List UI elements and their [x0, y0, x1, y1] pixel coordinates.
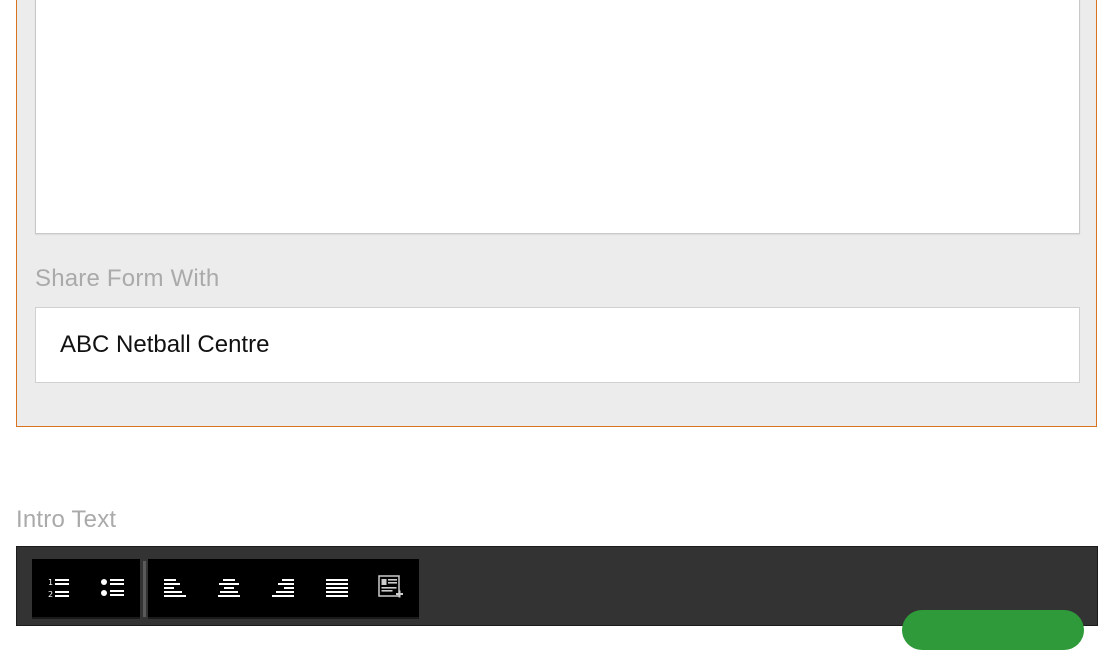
svg-text:1: 1 [48, 578, 53, 587]
unordered-list-button[interactable] [86, 560, 140, 616]
align-left-icon [164, 579, 186, 597]
align-justify-icon [326, 579, 348, 597]
toolbar-separator [143, 561, 146, 617]
ordered-list-icon: 1 2 [48, 578, 69, 599]
align-left-button[interactable] [148, 560, 202, 616]
save-button[interactable] [902, 610, 1084, 650]
form-settings-panel: Share Form With ABC Netball Centre [16, 0, 1097, 427]
align-center-button[interactable] [202, 560, 256, 616]
align-right-icon [272, 579, 294, 597]
insert-template-icon [378, 575, 403, 598]
align-justify-button[interactable] [310, 560, 364, 616]
share-form-with-value: ABC Netball Centre [60, 331, 270, 358]
insert-template-button[interactable] [364, 560, 418, 616]
alignment-button-group [148, 559, 419, 619]
svg-text:2: 2 [48, 590, 53, 599]
align-right-button[interactable] [256, 560, 310, 616]
intro-text-label: Intro Text [16, 506, 117, 533]
description-textarea[interactable] [35, 0, 1080, 234]
share-form-with-field[interactable]: ABC Netball Centre [35, 307, 1080, 383]
unordered-list-icon [101, 579, 124, 596]
share-form-with-label: Share Form With [35, 265, 220, 292]
ordered-list-button[interactable]: 1 2 [32, 560, 86, 616]
align-center-icon [218, 579, 240, 597]
list-button-group: 1 2 [32, 559, 140, 619]
